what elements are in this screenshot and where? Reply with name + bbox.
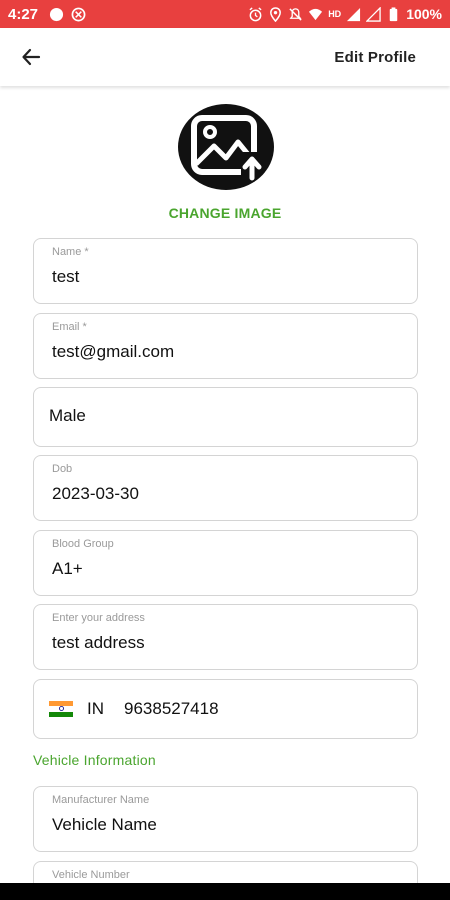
app-notification-icon xyxy=(71,7,86,21)
change-image-link[interactable]: CHANGE IMAGE xyxy=(0,205,450,221)
country-code[interactable]: IN xyxy=(87,699,104,719)
phone-field[interactable]: IN 9638527418 xyxy=(33,679,418,739)
notification-dot-icon xyxy=(49,7,64,21)
alarm-icon xyxy=(249,6,262,21)
network-type-label: HD xyxy=(328,9,342,19)
status-bar: 4:27 HD 100% xyxy=(0,0,450,28)
name-field[interactable]: Name * test xyxy=(33,238,418,304)
dob-label: Dob xyxy=(52,463,73,475)
gender-select[interactable]: Male xyxy=(33,387,418,447)
location-icon xyxy=(270,6,282,22)
address-label: Enter your address xyxy=(52,612,145,624)
dob-value: 2023-03-30 xyxy=(52,484,139,503)
system-navigation-bar xyxy=(0,883,450,900)
vehicle-section-title: Vehicle Information xyxy=(33,752,156,768)
back-arrow-icon xyxy=(22,48,41,66)
email-label: Email * xyxy=(52,321,87,333)
mute-icon xyxy=(289,7,302,21)
battery-percent: 100% xyxy=(406,6,442,22)
image-placeholder-icon xyxy=(191,115,265,182)
india-flag-icon[interactable] xyxy=(49,701,73,717)
page-title: Edit Profile xyxy=(334,48,416,66)
app-bar: Edit Profile xyxy=(0,28,450,86)
email-field[interactable]: Email * test@gmail.com xyxy=(33,313,418,379)
status-time: 4:27 xyxy=(8,5,39,23)
battery-icon xyxy=(389,6,398,21)
signal-icon xyxy=(366,6,381,22)
vehicle-number-label: Vehicle Number xyxy=(52,869,130,881)
manufacturer-field[interactable]: Manufacturer Name Vehicle Name xyxy=(33,786,418,852)
blood-group-label: Blood Group xyxy=(52,538,114,550)
gender-value: Male xyxy=(49,406,86,425)
blood-group-field[interactable]: Blood Group A1+ xyxy=(33,530,418,596)
signal-icon xyxy=(347,7,361,21)
address-value: test address xyxy=(52,633,145,652)
blood-group-value: A1+ xyxy=(52,559,83,578)
address-field[interactable]: Enter your address test address xyxy=(33,604,418,670)
phone-number: 9638527418 xyxy=(124,699,219,718)
back-button[interactable] xyxy=(14,40,48,74)
dob-field[interactable]: Dob 2023-03-30 xyxy=(33,455,418,521)
name-value: test xyxy=(52,267,80,286)
profile-image[interactable] xyxy=(178,104,274,190)
manufacturer-label: Manufacturer Name xyxy=(52,794,150,806)
wifi-icon xyxy=(309,8,323,20)
email-value: test@gmail.com xyxy=(52,342,175,361)
manufacturer-value: Vehicle Name xyxy=(52,815,157,834)
name-label: Name * xyxy=(52,246,89,258)
